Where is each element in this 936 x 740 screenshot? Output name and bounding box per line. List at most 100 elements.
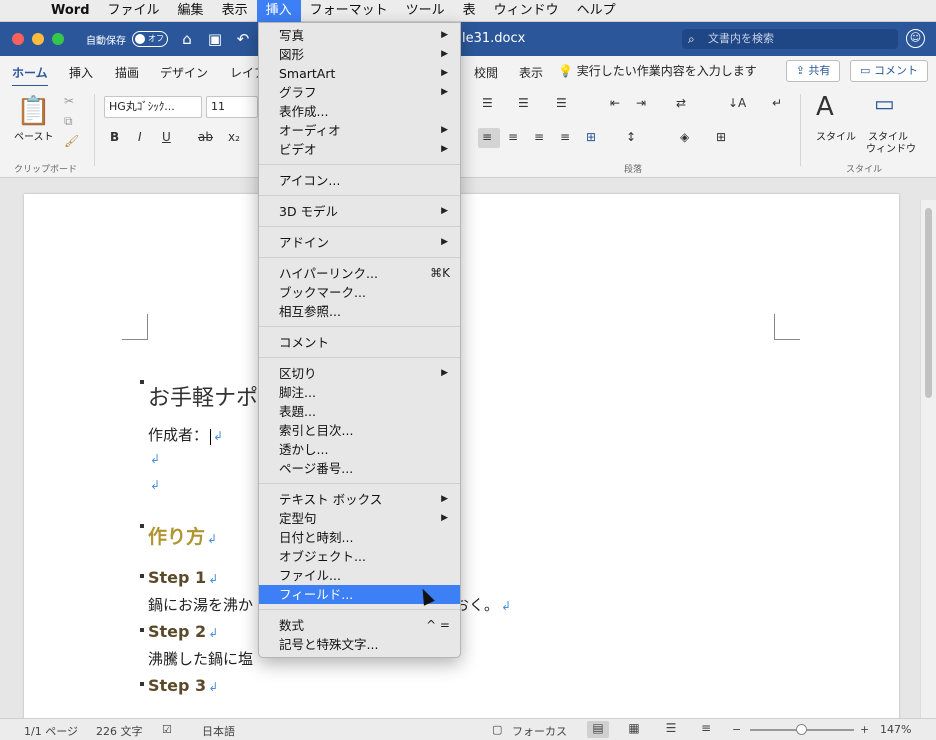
font-name-select[interactable]: HG丸ｺﾞｼｯｸ... <box>104 96 202 118</box>
document-page[interactable]: お手軽ナポ 作成者： ↲ ↲ ↲ 作り方 ↲ Step 1 ↲ 鍋にお湯を沸か おく。… <box>24 194 899 718</box>
increase-indent-icon[interactable]: ⇥ <box>636 96 646 110</box>
tab-home[interactable]: ホーム <box>12 64 48 88</box>
web-layout-view-icon[interactable]: ▦ <box>623 721 645 738</box>
step-body-right[interactable]: おく。 ↲ <box>454 594 511 615</box>
insert-menu-item[interactable]: 記号と特殊文字... <box>259 635 460 654</box>
document-canvas[interactable]: お手軽ナポ 作成者： ↲ ↲ ↲ 作り方 ↲ Step 1 ↲ 鍋にお湯を沸か おく。… <box>0 178 936 718</box>
bold-icon[interactable]: B <box>110 130 119 144</box>
menu-tools[interactable]: ツール <box>397 0 454 22</box>
borders-icon[interactable]: ⊞ <box>716 130 726 144</box>
tab-insert[interactable]: 挿入 <box>69 64 93 81</box>
insert-menu-item[interactable]: オブジェクト... <box>259 547 460 566</box>
distributed-icon[interactable]: ⊞ <box>586 130 596 144</box>
zoom-out-icon[interactable]: − <box>732 723 741 736</box>
menu-format[interactable]: フォーマット <box>301 0 397 22</box>
strikethrough-icon[interactable]: ab <box>198 130 213 144</box>
styles-pane-icon[interactable]: ▭ <box>874 92 895 117</box>
insert-menu-item[interactable]: 図形 ▶ <box>259 45 460 64</box>
menu-insert[interactable]: 挿入 <box>256 0 301 22</box>
tab-view[interactable]: 表示 <box>519 64 543 81</box>
step-heading[interactable]: Step 2 ↲ <box>148 622 218 641</box>
menu-word[interactable]: Word <box>42 0 99 22</box>
align-left-icon[interactable]: ≡ <box>482 130 492 144</box>
text-direction-icon[interactable]: ⇄ <box>676 96 686 110</box>
vertical-scrollbar[interactable] <box>920 200 936 718</box>
document-title-line[interactable]: お手軽ナポ <box>148 380 258 412</box>
print-layout-view-icon[interactable]: ▤ <box>587 721 609 738</box>
outline-view-icon[interactable]: ☰ <box>660 721 682 738</box>
insert-menu-item[interactable]: テキスト ボックス ▶ <box>259 490 460 509</box>
insert-menu-item[interactable]: オーディオ ▶ <box>259 121 460 140</box>
menu-table[interactable]: 表 <box>454 0 485 22</box>
menu-help[interactable]: ヘルプ <box>568 0 625 22</box>
feedback-smiley-icon[interactable]: ☺ <box>906 29 925 48</box>
insert-menu-item[interactable]: 定型句 ▶ <box>259 509 460 528</box>
multilevel-list-icon[interactable]: ☰ <box>556 96 567 110</box>
zoom-window-button[interactable] <box>52 33 64 45</box>
styles-icon[interactable]: A <box>816 92 834 122</box>
share-button[interactable]: ⇪ 共有 <box>786 60 840 82</box>
step-heading[interactable]: Step 1 ↲ <box>148 568 218 587</box>
insert-menu-item[interactable]: ページ番号... <box>259 459 460 478</box>
menu-edit[interactable]: 編集 <box>169 0 213 22</box>
insert-menu-item[interactable]: ファイル... <box>259 566 460 585</box>
minimize-window-button[interactable] <box>32 33 44 45</box>
scrollbar-thumb[interactable] <box>925 208 932 398</box>
insert-menu-item[interactable]: 表題... <box>259 402 460 421</box>
insert-menu-item[interactable]: 脚注... <box>259 383 460 402</box>
tab-design[interactable]: デザイン <box>160 64 208 81</box>
insert-menu-item[interactable]: 相互参照... <box>259 302 460 321</box>
author-line[interactable]: 作成者： ↲ <box>148 424 223 445</box>
document-search-input[interactable]: ⌕ 文書内を検索 <box>682 29 898 49</box>
insert-menu-item[interactable]: ビデオ ▶ <box>259 140 460 159</box>
zoom-level[interactable]: 147% <box>880 723 911 736</box>
line-spacing-icon[interactable]: ↕ <box>626 130 636 144</box>
insert-menu-item[interactable]: 区切り ▶ <box>259 364 460 383</box>
zoom-in-icon[interactable]: + <box>860 723 869 736</box>
save-icon[interactable]: ▣ <box>206 30 224 48</box>
home-icon[interactable]: ⌂ <box>178 30 196 48</box>
tell-me-search[interactable]: 💡 実行したい作業内容を入力します <box>558 62 757 79</box>
format-painter-icon[interactable]: 🖌 <box>64 134 79 148</box>
insert-menu-item[interactable]: 写真 ▶ <box>259 26 460 45</box>
insert-menu-item[interactable]: アドイン ▶ <box>259 233 460 252</box>
draft-view-icon[interactable]: ≡ <box>695 721 717 738</box>
show-formatting-icon[interactable]: ↵ <box>772 96 782 110</box>
copy-icon[interactable]: ⧉ <box>64 114 73 129</box>
proofing-icon[interactable]: ☑ <box>162 723 172 736</box>
insert-menu-item[interactable]: コメント <box>259 333 460 352</box>
comments-button[interactable]: ▭ コメント <box>850 60 928 82</box>
undo-icon[interactable]: ↶ <box>234 30 252 48</box>
menu-window[interactable]: ウィンドウ <box>485 0 568 22</box>
insert-menu-item[interactable]: ブックマーク... <box>259 283 460 302</box>
italic-icon[interactable]: I <box>138 130 142 144</box>
step-body[interactable]: 沸騰した鍋に塩 <box>148 648 253 669</box>
empty-paragraph[interactable]: ↲ <box>148 452 160 466</box>
tab-review[interactable]: 校閲 <box>474 64 498 81</box>
insert-menu-item[interactable]: 数式 ^ = <box>259 616 460 635</box>
zoom-slider-thumb[interactable] <box>796 724 807 735</box>
shading-icon[interactable]: ◈ <box>680 130 689 144</box>
insert-menu-item[interactable]: SmartArt ▶ <box>259 64 460 83</box>
section-heading-line[interactable]: 作り方 ↲ <box>148 522 217 549</box>
close-window-button[interactable] <box>12 33 24 45</box>
menu-file[interactable]: ファイル <box>99 0 169 22</box>
insert-menu-item[interactable]: 日付と時刻... <box>259 528 460 547</box>
align-right-icon[interactable]: ≡ <box>534 130 544 144</box>
focus-mode-label[interactable]: フォーカス <box>512 723 567 739</box>
focus-icon[interactable]: ▢ <box>492 723 502 736</box>
paste-icon[interactable]: 📋 <box>16 94 51 127</box>
word-count[interactable]: 226 文字 <box>96 723 143 739</box>
insert-menu-item[interactable]: ハイパーリンク... ⌘K <box>259 264 460 283</box>
language-indicator[interactable]: 日本語 <box>202 723 235 739</box>
subscript-icon[interactable]: x₂ <box>228 130 240 144</box>
menu-view[interactable]: 表示 <box>213 0 257 22</box>
underline-icon[interactable]: U <box>162 130 171 144</box>
justify-icon[interactable]: ≡ <box>560 130 570 144</box>
numbering-icon[interactable]: ☰ <box>518 96 529 110</box>
insert-menu-item[interactable]: 索引と目次... <box>259 421 460 440</box>
insert-menu-item[interactable]: 3D モデル ▶ <box>259 202 460 221</box>
decrease-indent-icon[interactable]: ⇤ <box>610 96 620 110</box>
insert-menu-item[interactable]: 透かし... <box>259 440 460 459</box>
tab-draw[interactable]: 描画 <box>115 64 139 81</box>
